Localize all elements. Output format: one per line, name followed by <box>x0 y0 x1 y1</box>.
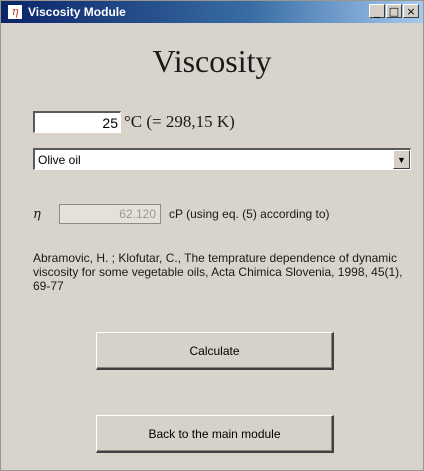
substance-selected-value: Olive oil <box>38 153 81 167</box>
window-controls: _ □ × <box>368 4 419 20</box>
reference-citation: Abramovic, H. ; Klofutar, C., The tempra… <box>33 251 403 293</box>
viscosity-module-window: η Viscosity Module _ □ × Viscosity °C (=… <box>0 0 424 471</box>
viscosity-unit-note: cP (using eq. (5) according to) <box>169 207 330 221</box>
temperature-input[interactable] <box>33 111 121 133</box>
substance-dropdown[interactable]: Olive oil ▼ <box>33 148 411 170</box>
maximize-button[interactable]: □ <box>386 4 402 18</box>
temperature-unit-label: °C (= 298,15 K) <box>124 112 235 131</box>
page-title: Viscosity <box>152 43 272 79</box>
chevron-down-icon[interactable]: ▼ <box>393 150 410 169</box>
window-title: Viscosity Module <box>28 5 126 19</box>
back-to-main-button[interactable]: Back to the main module <box>96 415 334 453</box>
viscosity-result-field <box>59 204 161 224</box>
calculate-button[interactable]: Calculate <box>96 332 334 370</box>
close-button[interactable]: × <box>403 4 419 18</box>
title-bar[interactable]: η Viscosity Module _ □ × <box>1 1 423 23</box>
eta-symbol-label: η <box>33 207 41 222</box>
app-icon: η <box>8 5 22 19</box>
minimize-button[interactable]: _ <box>369 4 385 18</box>
